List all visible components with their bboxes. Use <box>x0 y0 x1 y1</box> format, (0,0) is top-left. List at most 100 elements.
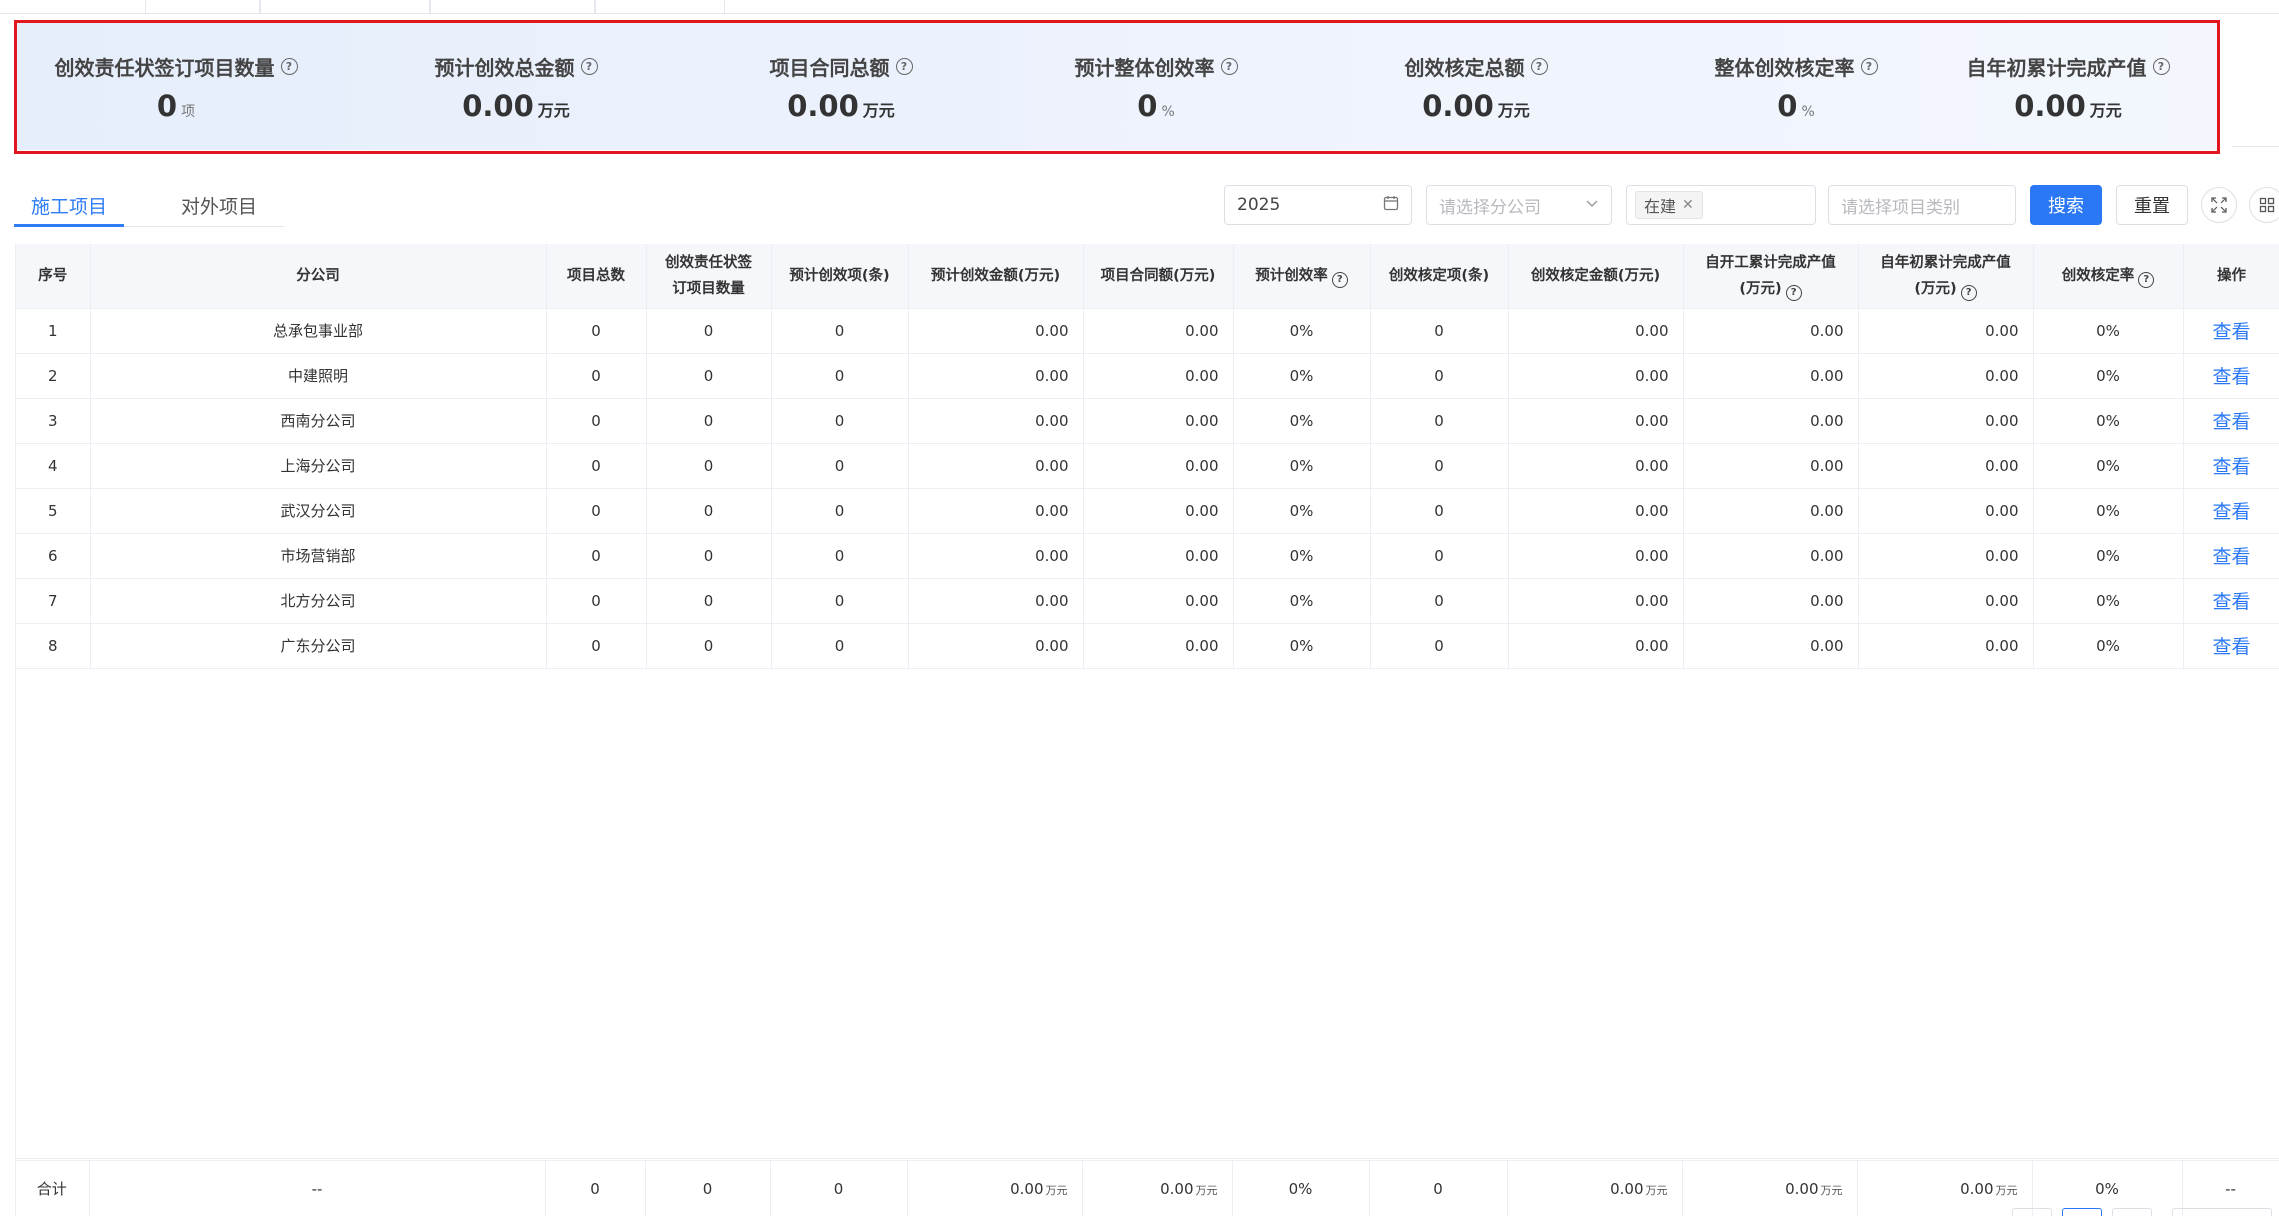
col-header-est-amount: 预计创效金额(万元) <box>908 244 1084 309</box>
cell-est-rate: 0% <box>1233 623 1371 669</box>
col-header-project-total: 项目总数 <box>546 244 647 309</box>
cell-index: 2 <box>16 353 91 399</box>
col-header-label: 自年初累计完成产值(万元) <box>1880 254 2011 297</box>
cell-signed: 0 <box>646 398 772 444</box>
total-ytd: 0.00 万元 <box>1857 1160 2033 1216</box>
cell-since-start: 0.00 <box>1683 533 1859 579</box>
help-icon[interactable]: ? <box>2138 271 2155 288</box>
stat-label: 预计创效总金额 <box>434 56 575 80</box>
cell-ver-rate: 0% <box>2033 623 2184 669</box>
cell-project-total: 0 <box>546 578 647 624</box>
status-tag: 在建 ✕ <box>1635 191 1703 219</box>
tab-external-projects[interactable]: 对外项目 <box>164 188 274 226</box>
total-signed: 0 <box>645 1160 771 1216</box>
help-icon[interactable]: ? <box>1331 271 1348 288</box>
top-tab[interactable] <box>430 0 595 13</box>
view-link[interactable]: 查看 <box>2183 353 2279 399</box>
view-link[interactable]: 查看 <box>2183 623 2279 669</box>
pagination-page[interactable] <box>2062 1208 2102 1216</box>
top-tab[interactable] <box>595 0 725 13</box>
stat-signed-projects: 创效责任状签订项目数量? 0项 <box>26 52 326 123</box>
cell-est-amount: 0.00 <box>908 488 1084 534</box>
col-header-branch: 分公司 <box>90 244 547 309</box>
help-icon[interactable]: ? <box>1220 58 1238 75</box>
help-icon[interactable]: ? <box>580 58 598 75</box>
category-select[interactable]: 请选择项目类别 <box>1828 185 2016 225</box>
branch-select[interactable]: 请选择分公司 <box>1426 185 1612 225</box>
year-picker[interactable]: 2025 <box>1224 185 1412 225</box>
tab-construction-projects[interactable]: 施工项目 <box>14 188 124 226</box>
cell-index: 4 <box>16 443 91 489</box>
cell-est-amount: 0.00 <box>908 623 1084 669</box>
stat-value: 0.00 <box>2014 89 2086 123</box>
pagination-button[interactable] <box>2112 1208 2152 1216</box>
help-icon[interactable]: ? <box>895 58 913 75</box>
pagination-button[interactable] <box>2172 1208 2272 1216</box>
top-tab[interactable] <box>260 0 430 13</box>
cell-est-rate: 0% <box>1233 533 1371 579</box>
cell-branch: 武汉分公司 <box>90 488 547 534</box>
search-button[interactable]: 搜索 <box>2030 185 2102 225</box>
col-header-ytd: 自年初累计完成产值(万元)? <box>1858 244 2034 309</box>
close-icon[interactable]: ✕ <box>1682 197 1694 213</box>
cell-est-items: 0 <box>771 488 909 534</box>
cell-project-total: 0 <box>546 533 647 579</box>
cell-est-items: 0 <box>771 533 909 579</box>
pagination-button[interactable] <box>2012 1208 2052 1216</box>
cell-signed: 0 <box>646 623 772 669</box>
cell-est-items: 0 <box>771 443 909 489</box>
view-link[interactable]: 查看 <box>2183 488 2279 534</box>
cell-est-items: 0 <box>771 353 909 399</box>
column-settings-icon[interactable] <box>2249 187 2279 223</box>
cell-est-amount: 0.00 <box>908 443 1084 489</box>
cell-project-total: 0 <box>546 353 647 399</box>
stat-label: 自年初累计完成产值 <box>1966 56 2147 80</box>
cell-est-rate: 0% <box>1233 398 1371 444</box>
help-icon[interactable]: ? <box>1785 284 1802 301</box>
col-header-ver-amount: 创效核定金额(万元) <box>1508 244 1684 309</box>
top-tab[interactable] <box>145 0 260 13</box>
cell-ytd: 0.00 <box>1858 533 2034 579</box>
active-tab-indicator <box>14 224 124 227</box>
total-est-rate: 0% <box>1232 1160 1370 1216</box>
view-link[interactable]: 查看 <box>2183 533 2279 579</box>
cell-project-total: 0 <box>546 398 647 444</box>
reset-button[interactable]: 重置 <box>2116 185 2188 225</box>
col-header-ver-rate: 创效核定率? <box>2033 244 2184 309</box>
view-link[interactable]: 查看 <box>2183 398 2279 444</box>
cell-ver-items: 0 <box>1370 398 1509 444</box>
help-icon[interactable]: ? <box>1860 58 1878 75</box>
help-icon[interactable]: ? <box>2152 58 2170 75</box>
cell-signed: 0 <box>646 353 772 399</box>
cell-index: 1 <box>16 308 91 354</box>
view-link[interactable]: 查看 <box>2183 443 2279 489</box>
col-header-contract: 项目合同额(万元) <box>1083 244 1234 309</box>
table-row: 8 广东分公司 0 0 0 0.00 0.00 0% 0 0.00 0.00 0.00 0% 查看 <box>16 623 2279 669</box>
stat-value: 0.00 <box>462 89 534 123</box>
total-est-items: 0 <box>770 1160 908 1216</box>
stat-verified-total: 创效核定总额? 0.00 万元 <box>1326 52 1626 123</box>
view-link[interactable]: 查看 <box>2183 578 2279 624</box>
cell-ver-amount: 0.00 <box>1508 308 1684 354</box>
cell-signed: 0 <box>646 443 772 489</box>
help-icon[interactable]: ? <box>1530 58 1548 75</box>
col-header-signed-count: 创效责任状签订项目数量 <box>646 244 772 309</box>
help-icon[interactable]: ? <box>280 58 298 75</box>
view-link[interactable]: 查看 <box>2183 308 2279 354</box>
top-tab-strip <box>0 0 2279 14</box>
cell-ver-amount: 0.00 <box>1508 443 1684 489</box>
cell-ver-rate: 0% <box>2033 353 2184 399</box>
cell-ver-amount: 0.00 <box>1508 398 1684 444</box>
cell-signed: 0 <box>646 488 772 534</box>
cell-est-rate: 0% <box>1233 488 1371 534</box>
table-row: 6 市场营销部 0 0 0 0.00 0.00 0% 0 0.00 0.00 0.00 0% 查看 <box>16 533 2279 579</box>
cell-est-rate: 0% <box>1233 353 1371 399</box>
total-ver-items: 0 <box>1369 1160 1508 1216</box>
status-select[interactable]: 在建 ✕ <box>1626 185 1816 225</box>
fullscreen-icon[interactable] <box>2201 187 2237 223</box>
stat-label: 创效责任状签订项目数量 <box>54 56 275 80</box>
cell-branch: 市场营销部 <box>90 533 547 579</box>
total-contract: 0.00 万元 <box>1082 1160 1233 1216</box>
help-icon[interactable]: ? <box>1960 284 1977 301</box>
col-header-label: 自开工累计完成产值(万元) <box>1705 254 1836 297</box>
